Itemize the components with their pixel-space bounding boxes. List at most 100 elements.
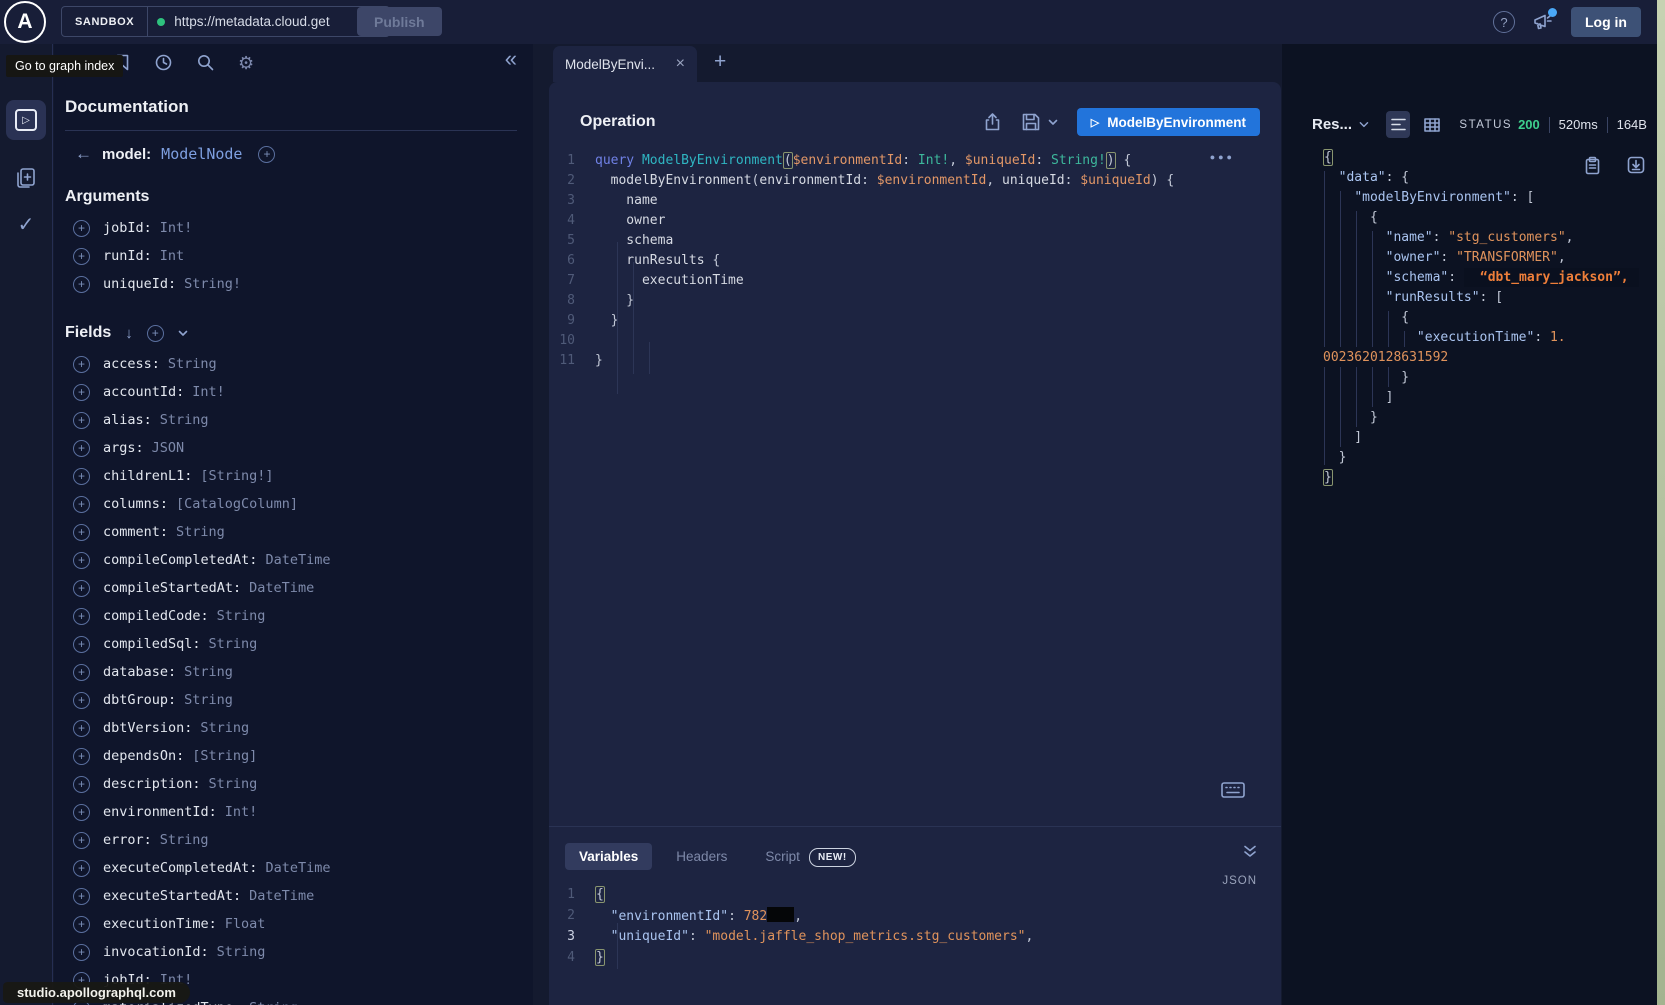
field-type[interactable]: String: [160, 412, 209, 428]
field-name[interactable]: compileStartedAt:: [103, 580, 241, 596]
add-argument-icon[interactable]: +: [73, 276, 90, 293]
field-name[interactable]: alias:: [103, 412, 152, 428]
add-field-icon[interactable]: +: [73, 776, 90, 793]
field-type[interactable]: [String]: [192, 748, 257, 764]
field-type[interactable]: JSON: [152, 440, 185, 456]
add-field-icon[interactable]: +: [73, 748, 90, 765]
add-field-icon[interactable]: +: [73, 412, 90, 429]
field-type[interactable]: DateTime: [249, 888, 314, 904]
apollo-logo[interactable]: A: [4, 1, 46, 43]
field-name[interactable]: dbtVersion:: [103, 720, 192, 736]
field-name[interactable]: compileCompletedAt:: [103, 552, 257, 568]
field-type[interactable]: String: [209, 636, 258, 652]
add-field-icon[interactable]: +: [73, 860, 90, 877]
table-view-button[interactable]: [1420, 111, 1444, 138]
add-field-icon[interactable]: +: [73, 440, 90, 457]
field-type[interactable]: String: [217, 944, 266, 960]
run-operation-button[interactable]: ▷ ModelByEnvironment: [1077, 108, 1260, 136]
sidebar-item-collections[interactable]: [6, 158, 46, 198]
field-type[interactable]: [CatalogColumn]: [176, 496, 298, 512]
field-type[interactable]: Int!: [192, 384, 225, 400]
add-field-icon[interactable]: +: [73, 888, 90, 905]
field-name[interactable]: compiledCode:: [103, 608, 209, 624]
add-field-icon[interactable]: +: [73, 356, 90, 373]
add-argument-icon[interactable]: +: [73, 248, 90, 265]
field-name[interactable]: childrenL1:: [103, 468, 192, 484]
field-type[interactable]: String: [184, 692, 233, 708]
field-type[interactable]: String: [249, 1000, 298, 1005]
field-type[interactable]: String: [209, 776, 258, 792]
announcements-megaphone-icon[interactable]: [1532, 12, 1554, 32]
endpoint-url-field[interactable]: https://metadata.cloud.get: [148, 14, 364, 29]
endpoint-url[interactable]: https://metadata.cloud.get: [174, 14, 329, 29]
field-name[interactable]: dependsOn:: [103, 748, 184, 764]
add-field-icon[interactable]: +: [73, 496, 90, 513]
field-type[interactable]: String: [184, 664, 233, 680]
save-icon[interactable]: [1021, 112, 1041, 132]
field-name[interactable]: executeCompletedAt:: [103, 860, 257, 876]
variables-tab[interactable]: Script: [751, 843, 814, 870]
variables-tab[interactable]: Variables: [565, 843, 652, 870]
field-name[interactable]: description:: [103, 776, 201, 792]
add-argument-icon[interactable]: +: [73, 220, 90, 237]
field-name[interactable]: executeStartedAt:: [103, 888, 241, 904]
field-name[interactable]: environmentId:: [103, 804, 217, 820]
history-icon[interactable]: [154, 53, 173, 72]
type-name-link[interactable]: ModelNode: [161, 145, 242, 163]
publish-button[interactable]: Publish: [357, 7, 442, 36]
argument-type[interactable]: Int!: [160, 220, 193, 236]
field-type[interactable]: DateTime: [249, 580, 314, 596]
new-tab-icon[interactable]: +: [714, 50, 726, 74]
add-all-fields-icon[interactable]: +: [258, 146, 275, 163]
add-field-icon[interactable]: +: [73, 664, 90, 681]
pretty-view-button[interactable]: [1386, 111, 1410, 138]
add-field-icon[interactable]: +: [73, 692, 90, 709]
field-type[interactable]: DateTime: [265, 860, 330, 876]
argument-name[interactable]: jobId:: [103, 220, 152, 236]
sort-icon[interactable]: ↓: [125, 325, 133, 342]
add-field-icon[interactable]: +: [73, 552, 90, 569]
field-name[interactable]: comment:: [103, 524, 168, 540]
add-field-icon[interactable]: +: [73, 580, 90, 597]
collapse-variables-icon[interactable]: [1243, 845, 1257, 858]
field-type[interactable]: DateTime: [265, 552, 330, 568]
keyboard-shortcuts-icon[interactable]: [1221, 782, 1245, 798]
field-name[interactable]: columns:: [103, 496, 168, 512]
search-icon[interactable]: [196, 53, 215, 72]
field-type[interactable]: String: [160, 832, 209, 848]
field-type[interactable]: String: [200, 720, 249, 736]
field-name[interactable]: args:: [103, 440, 144, 456]
field-name[interactable]: dbtGroup:: [103, 692, 176, 708]
field-type[interactable]: String: [176, 524, 225, 540]
response-chevron-icon[interactable]: [1359, 121, 1369, 129]
field-name[interactable]: accountId:: [103, 384, 184, 400]
operation-tab[interactable]: ModelByEnvi... ×: [553, 46, 697, 82]
variables-tab[interactable]: Headers: [662, 843, 741, 870]
response-title[interactable]: Res...: [1312, 116, 1352, 133]
add-field-icon[interactable]: +: [73, 524, 90, 541]
help-icon[interactable]: ?: [1493, 11, 1515, 33]
field-name[interactable]: compiledSql:: [103, 636, 201, 652]
sidebar-item-checks[interactable]: ✓: [6, 204, 46, 244]
save-options-chevron-icon[interactable]: [1048, 119, 1058, 126]
field-type[interactable]: Float: [225, 916, 266, 932]
add-field-icon[interactable]: +: [73, 832, 90, 849]
back-arrow-icon[interactable]: ←: [75, 144, 92, 164]
field-name[interactable]: error:: [103, 832, 152, 848]
argument-type[interactable]: String!: [184, 276, 241, 292]
add-field-icon[interactable]: +: [73, 944, 90, 961]
collapse-panel-icon[interactable]: «: [505, 46, 517, 72]
add-fields-icon[interactable]: +: [147, 325, 164, 342]
login-button[interactable]: Log in: [1571, 7, 1641, 37]
add-field-icon[interactable]: +: [73, 636, 90, 653]
variables-editor[interactable]: 1{2 "environmentId": 782,3 "uniqueId": "…: [549, 884, 1281, 968]
add-field-icon[interactable]: +: [73, 804, 90, 821]
add-field-icon[interactable]: +: [73, 720, 90, 737]
argument-name[interactable]: uniqueId:: [103, 276, 176, 292]
add-field-icon[interactable]: +: [73, 916, 90, 933]
response-json-viewer[interactable]: { "data": { "modelByEnvironment": [ { "n…: [1282, 147, 1657, 487]
query-editor[interactable]: 1query ModelByEnvironment($environmentId…: [549, 150, 1281, 370]
argument-type[interactable]: Int: [160, 248, 184, 264]
field-name[interactable]: database:: [103, 664, 176, 680]
field-type[interactable]: String: [168, 356, 217, 372]
